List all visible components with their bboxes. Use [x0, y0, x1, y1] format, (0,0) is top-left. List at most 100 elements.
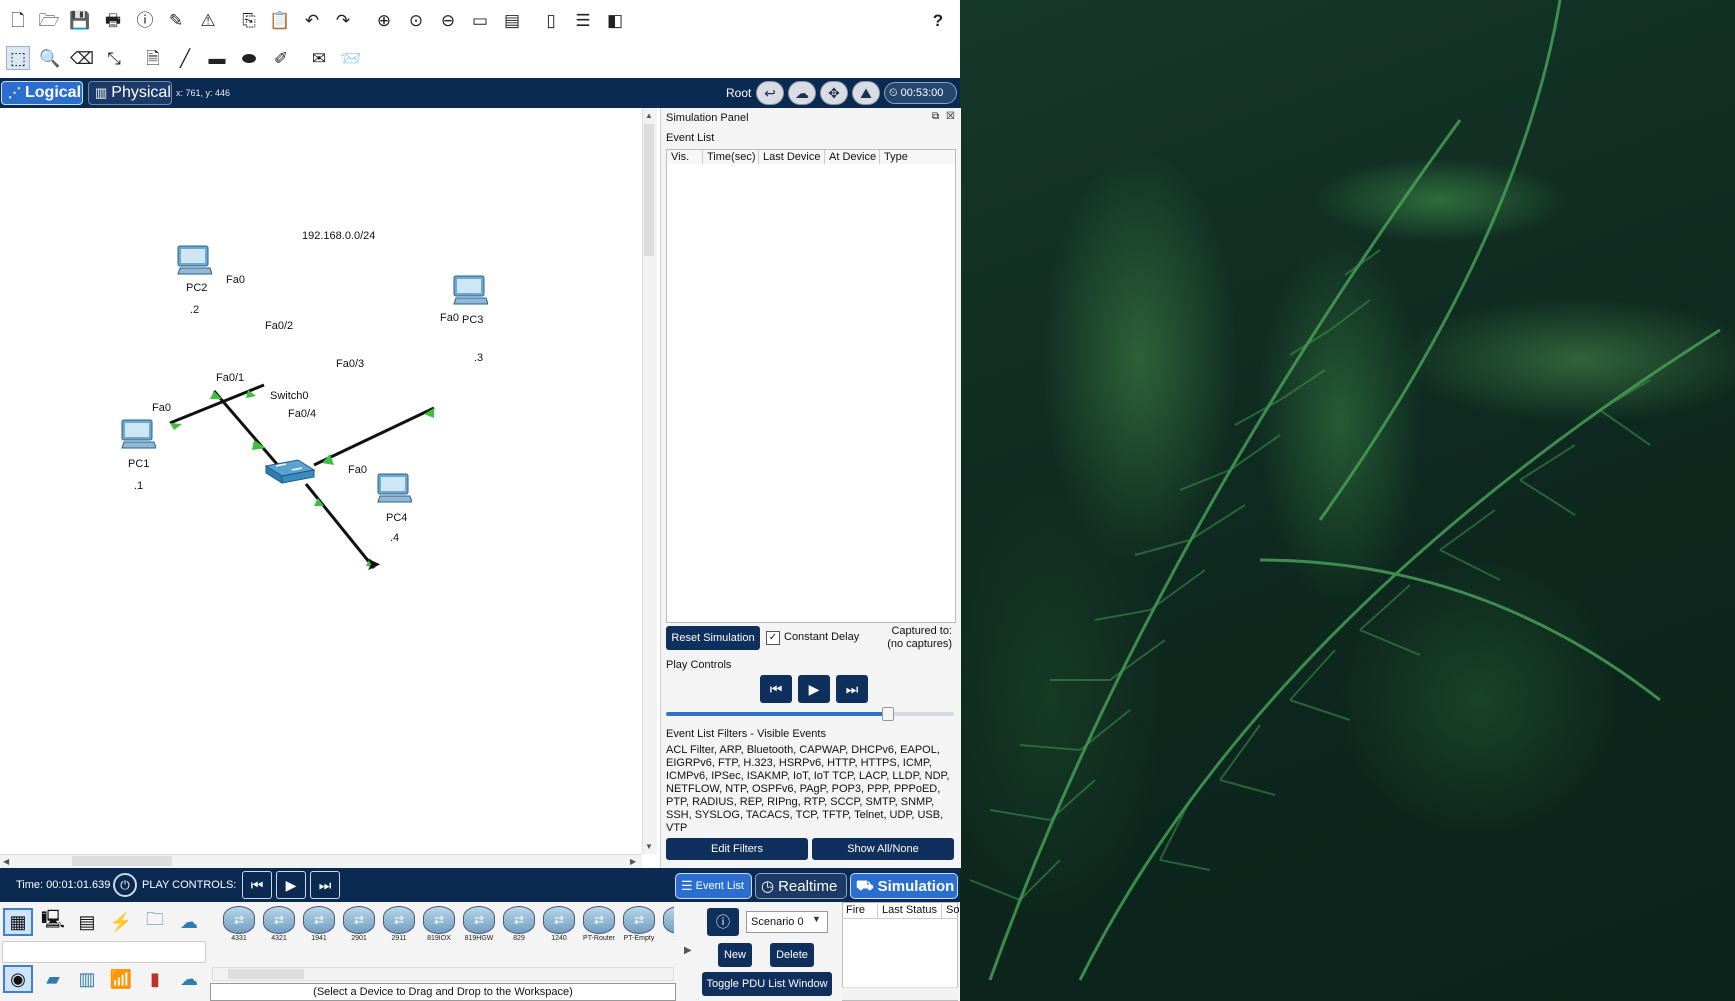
- pc3-computer-icon[interactable]: [452, 274, 488, 306]
- place-note-icon[interactable]: 🗎: [141, 46, 165, 70]
- event-list-tab[interactable]: ☰ Event List: [675, 873, 752, 899]
- physical-view-button[interactable]: ▥ Physical: [88, 81, 172, 105]
- router-model-item[interactable]: ⇄ PT-Empty: [622, 906, 656, 946]
- routers-subcategory-icon[interactable]: ◉: [3, 965, 33, 993]
- bottom-forward-button[interactable]: ⏭: [310, 871, 340, 899]
- add-complex-pdu-icon[interactable]: 📨: [339, 46, 363, 70]
- info-icon[interactable]: ⓘ: [133, 8, 157, 32]
- drawing-palette-icon[interactable]: ▭: [468, 8, 492, 32]
- link-pc1-switch[interactable]: [169, 383, 265, 425]
- paste-icon[interactable]: 📋: [268, 8, 292, 32]
- open-folder-icon[interactable]: 🗁: [37, 8, 61, 32]
- print-icon[interactable]: 🖶: [101, 8, 125, 32]
- zoom-reset-icon[interactable]: ⊙: [404, 8, 428, 32]
- pdu-list-scrollbar[interactable]: [842, 987, 958, 1000]
- scroll-left-icon[interactable]: ◀: [3, 857, 9, 866]
- end-devices-category-icon[interactable]: 🖳: [38, 908, 68, 936]
- router-model-item[interactable]: ⇄ 1941: [302, 906, 336, 946]
- copy-icon[interactable]: ⎘: [237, 8, 261, 32]
- router-model-item[interactable]: ⇄ 2911: [382, 906, 416, 946]
- logical-workspace[interactable]: 192.168.0.0/24 PC2 .2 Fa0 Fa0/2 PC3 .3 F…: [0, 108, 642, 854]
- router-model-item[interactable]: ⇄184: [662, 906, 674, 946]
- expand-pdu-panel-icon[interactable]: ▶: [684, 945, 692, 956]
- help-icon[interactable]: ?: [926, 8, 950, 32]
- show-all-none-button[interactable]: Show All/None: [812, 838, 954, 860]
- play-button[interactable]: ▶: [798, 675, 830, 703]
- router-model-item[interactable]: ⇄ 4331: [222, 906, 256, 946]
- scroll-right-icon[interactable]: ▶: [630, 857, 636, 866]
- select-icon[interactable]: ⬚: [6, 46, 30, 70]
- components-category-icon[interactable]: ▤: [72, 908, 102, 936]
- switch-device[interactable]: [264, 459, 316, 484]
- router-model-item[interactable]: ⇄ 4321: [262, 906, 296, 946]
- network-label[interactable]: 192.168.0.0/24: [302, 230, 375, 242]
- custom-devices-dialog-icon[interactable]: ▤: [500, 8, 524, 32]
- viewport-clock[interactable]: ⏲ 00:53:00: [884, 82, 957, 104]
- power-cycle-icon[interactable]: ⏻: [113, 873, 137, 897]
- scroll-down-icon[interactable]: ▼: [645, 842, 653, 851]
- column-header[interactable]: At Device: [825, 150, 880, 164]
- scenario-info-button[interactable]: ⓘ: [707, 908, 739, 936]
- set-background-icon[interactable]: ⛰: [852, 81, 880, 105]
- column-header[interactable]: Fire: [842, 902, 878, 918]
- logical-view-button[interactable]: ⋰ Logical: [1, 81, 83, 105]
- reset-simulation-button[interactable]: Reset Simulation: [666, 626, 760, 650]
- pc1-computer-icon[interactable]: [120, 418, 156, 450]
- simulation-tab[interactable]: ⛟ Simulation: [850, 873, 958, 899]
- play-speed-handle[interactable]: [882, 707, 894, 721]
- delete-scenario-button[interactable]: Delete: [770, 943, 814, 967]
- column-header[interactable]: Type: [880, 150, 955, 164]
- workspace-vertical-scroll-thumb[interactable]: [644, 124, 654, 256]
- workspace-horizontal-scroll-thumb[interactable]: [72, 856, 172, 866]
- toggle-pdu-list-button[interactable]: Toggle PDU List Window: [702, 972, 832, 996]
- switches-subcategory-icon[interactable]: ▰: [38, 965, 68, 993]
- column-header[interactable]: Vis.: [667, 150, 703, 164]
- pc4-computer-icon[interactable]: [376, 472, 412, 504]
- bottom-back-button[interactable]: ⏮: [242, 871, 272, 899]
- close-icon[interactable]: ☒: [946, 111, 955, 122]
- new-file-icon[interactable]: 🗋: [6, 8, 30, 32]
- chevron-down-icon[interactable]: ▼: [812, 914, 821, 924]
- add-simple-pdu-icon[interactable]: ✉: [307, 46, 331, 70]
- redo-icon[interactable]: ↷: [331, 8, 355, 32]
- router-model-item[interactable]: ⇄ PT-Router: [582, 906, 616, 946]
- network-devices-category-icon[interactable]: ▦: [3, 908, 33, 936]
- security-subcategory-icon[interactable]: ▮: [140, 965, 170, 993]
- router-model-item[interactable]: ⇄ 1240: [542, 906, 576, 946]
- custom-device-icon[interactable]: ⚠: [196, 8, 220, 32]
- undo-icon[interactable]: ↶: [300, 8, 324, 32]
- device-icon[interactable]: ☰: [571, 8, 595, 32]
- multiuser-category-icon[interactable]: ☁: [174, 908, 204, 936]
- router-model-item[interactable]: ⇄ 829: [502, 906, 536, 946]
- column-header[interactable]: Time(sec): [703, 150, 759, 164]
- zoom-in-icon[interactable]: ⊕: [372, 8, 396, 32]
- column-header[interactable]: Last Device: [759, 150, 825, 164]
- router-model-item[interactable]: ⇄ 819IOX: [422, 906, 456, 946]
- wan-emulation-subcategory-icon[interactable]: ☁: [174, 965, 204, 993]
- zoom-out-icon[interactable]: ⊖: [436, 8, 460, 32]
- resize-icon[interactable]: ⤡: [102, 46, 126, 70]
- draw-freeform-icon[interactable]: ✐: [269, 46, 293, 70]
- edit-filters-button[interactable]: Edit Filters: [666, 838, 808, 860]
- column-header[interactable]: Last Status: [878, 902, 942, 918]
- draw-ellipse-icon[interactable]: ⬬: [237, 46, 261, 70]
- inspect-icon[interactable]: 🔍: [38, 46, 62, 70]
- draw-line-icon[interactable]: ╱: [173, 46, 197, 70]
- link-pc2-switch[interactable]: [212, 390, 284, 471]
- new-scenario-button[interactable]: New: [718, 943, 752, 967]
- undock-icon[interactable]: ⧉: [932, 111, 939, 122]
- cluster-cloud-icon[interactable]: ☁: [788, 81, 816, 105]
- router-model-item[interactable]: ⇄ 819HGW: [462, 906, 496, 946]
- back-icon[interactable]: ↩: [756, 81, 784, 105]
- delete-icon[interactable]: ⌫: [70, 46, 94, 70]
- root-breadcrumb[interactable]: Root: [726, 86, 751, 100]
- miscellaneous-category-icon[interactable]: 🗀: [140, 908, 170, 936]
- router-model-item[interactable]: ⇄ 2901: [342, 906, 376, 946]
- capture-forward-button[interactable]: ⏭: [836, 675, 868, 703]
- save-icon[interactable]: 💾: [68, 8, 92, 32]
- column-header[interactable]: So: [942, 902, 959, 918]
- view-command-log-icon[interactable]: ▯: [539, 8, 563, 32]
- draw-rectangle-icon[interactable]: ▬: [205, 46, 229, 70]
- connections-category-icon[interactable]: ⚡: [106, 908, 136, 936]
- constant-delay-checkbox[interactable]: ✓: [766, 631, 780, 645]
